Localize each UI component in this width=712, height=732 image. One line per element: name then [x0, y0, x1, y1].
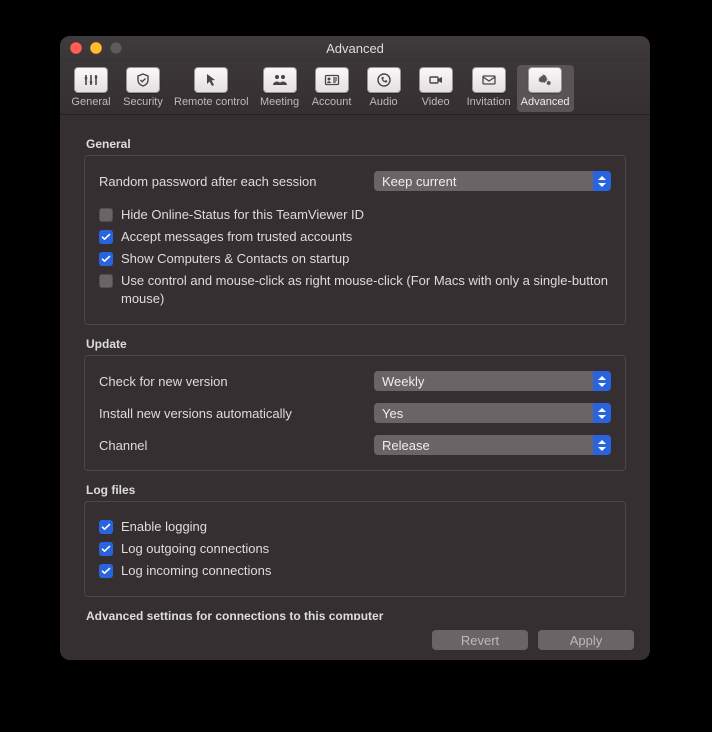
- hide-online-checkbox[interactable]: [99, 208, 113, 222]
- apply-button[interactable]: Apply: [538, 630, 634, 650]
- toolbar-tab-audio[interactable]: Audio: [359, 65, 409, 112]
- phone-icon: [367, 67, 401, 93]
- envelope-icon: [472, 67, 506, 93]
- traffic-lights: [70, 42, 122, 54]
- toolbar-tab-general[interactable]: General: [66, 65, 116, 112]
- random-password-select[interactable]: Keep current: [374, 171, 611, 191]
- log-incoming-checkbox[interactable]: [99, 564, 113, 578]
- show-contacts-checkbox[interactable]: [99, 252, 113, 266]
- enable-logging-label: Enable logging: [121, 518, 207, 536]
- section-heading-update: Update: [86, 337, 626, 351]
- accept-trusted-label: Accept messages from trusted accounts: [121, 228, 352, 246]
- titlebar: Advanced: [60, 36, 650, 61]
- random-password-label: Random password after each session: [99, 174, 374, 189]
- log-panel: Enable logging Log outgoing connections …: [84, 501, 626, 597]
- install-auto-label: Install new versions automatically: [99, 406, 374, 421]
- section-heading-general: General: [86, 137, 626, 151]
- chevron-updown-icon: [593, 435, 611, 455]
- toolbar-tab-meeting[interactable]: Meeting: [255, 65, 305, 112]
- preferences-toolbar: General Security Remote control Meeting …: [60, 61, 650, 115]
- log-outgoing-label: Log outgoing connections: [121, 540, 269, 558]
- toolbar-tab-remote-control[interactable]: Remote control: [170, 65, 253, 112]
- log-outgoing-checkbox[interactable]: [99, 542, 113, 556]
- cursor-icon: [194, 67, 228, 93]
- log-incoming-label: Log incoming connections: [121, 562, 271, 580]
- minimize-window-button[interactable]: [90, 42, 102, 54]
- footer: Revert Apply: [60, 620, 650, 660]
- id-card-icon: [315, 67, 349, 93]
- install-auto-select[interactable]: Yes: [374, 403, 611, 423]
- content-area: General Random password after each sessi…: [60, 115, 650, 620]
- shield-icon: [126, 67, 160, 93]
- toolbar-tab-advanced[interactable]: Advanced: [517, 65, 574, 112]
- sliders-icon: [74, 67, 108, 93]
- toolbar-tab-security[interactable]: Security: [118, 65, 168, 112]
- video-icon: [419, 67, 453, 93]
- check-version-label: Check for new version: [99, 374, 374, 389]
- close-window-button[interactable]: [70, 42, 82, 54]
- channel-label: Channel: [99, 438, 374, 453]
- chevron-updown-icon: [593, 403, 611, 423]
- general-panel: Random password after each session Keep …: [84, 155, 626, 325]
- section-heading-log: Log files: [86, 483, 626, 497]
- chevron-updown-icon: [593, 371, 611, 391]
- update-panel: Check for new version Weekly Install new…: [84, 355, 626, 471]
- channel-select[interactable]: Release: [374, 435, 611, 455]
- enable-logging-checkbox[interactable]: [99, 520, 113, 534]
- control-click-checkbox[interactable]: [99, 274, 113, 288]
- people-icon: [263, 67, 297, 93]
- check-version-select[interactable]: Weekly: [374, 371, 611, 391]
- window-title: Advanced: [60, 41, 650, 56]
- control-click-label: Use control and mouse-click as right mou…: [121, 272, 611, 308]
- preferences-window: Advanced General Security Remote control: [60, 36, 650, 660]
- hide-online-label: Hide Online-Status for this TeamViewer I…: [121, 206, 364, 224]
- section-heading-adv-conn: Advanced settings for connections to thi…: [86, 609, 626, 620]
- accept-trusted-checkbox[interactable]: [99, 230, 113, 244]
- chevron-updown-icon: [593, 171, 611, 191]
- toolbar-tab-invitation[interactable]: Invitation: [463, 65, 515, 112]
- toolbar-tab-video[interactable]: Video: [411, 65, 461, 112]
- show-contacts-label: Show Computers & Contacts on startup: [121, 250, 349, 268]
- zoom-window-button[interactable]: [110, 42, 122, 54]
- toolbar-tab-account[interactable]: Account: [307, 65, 357, 112]
- revert-button[interactable]: Revert: [432, 630, 528, 650]
- gears-icon: [528, 67, 562, 93]
